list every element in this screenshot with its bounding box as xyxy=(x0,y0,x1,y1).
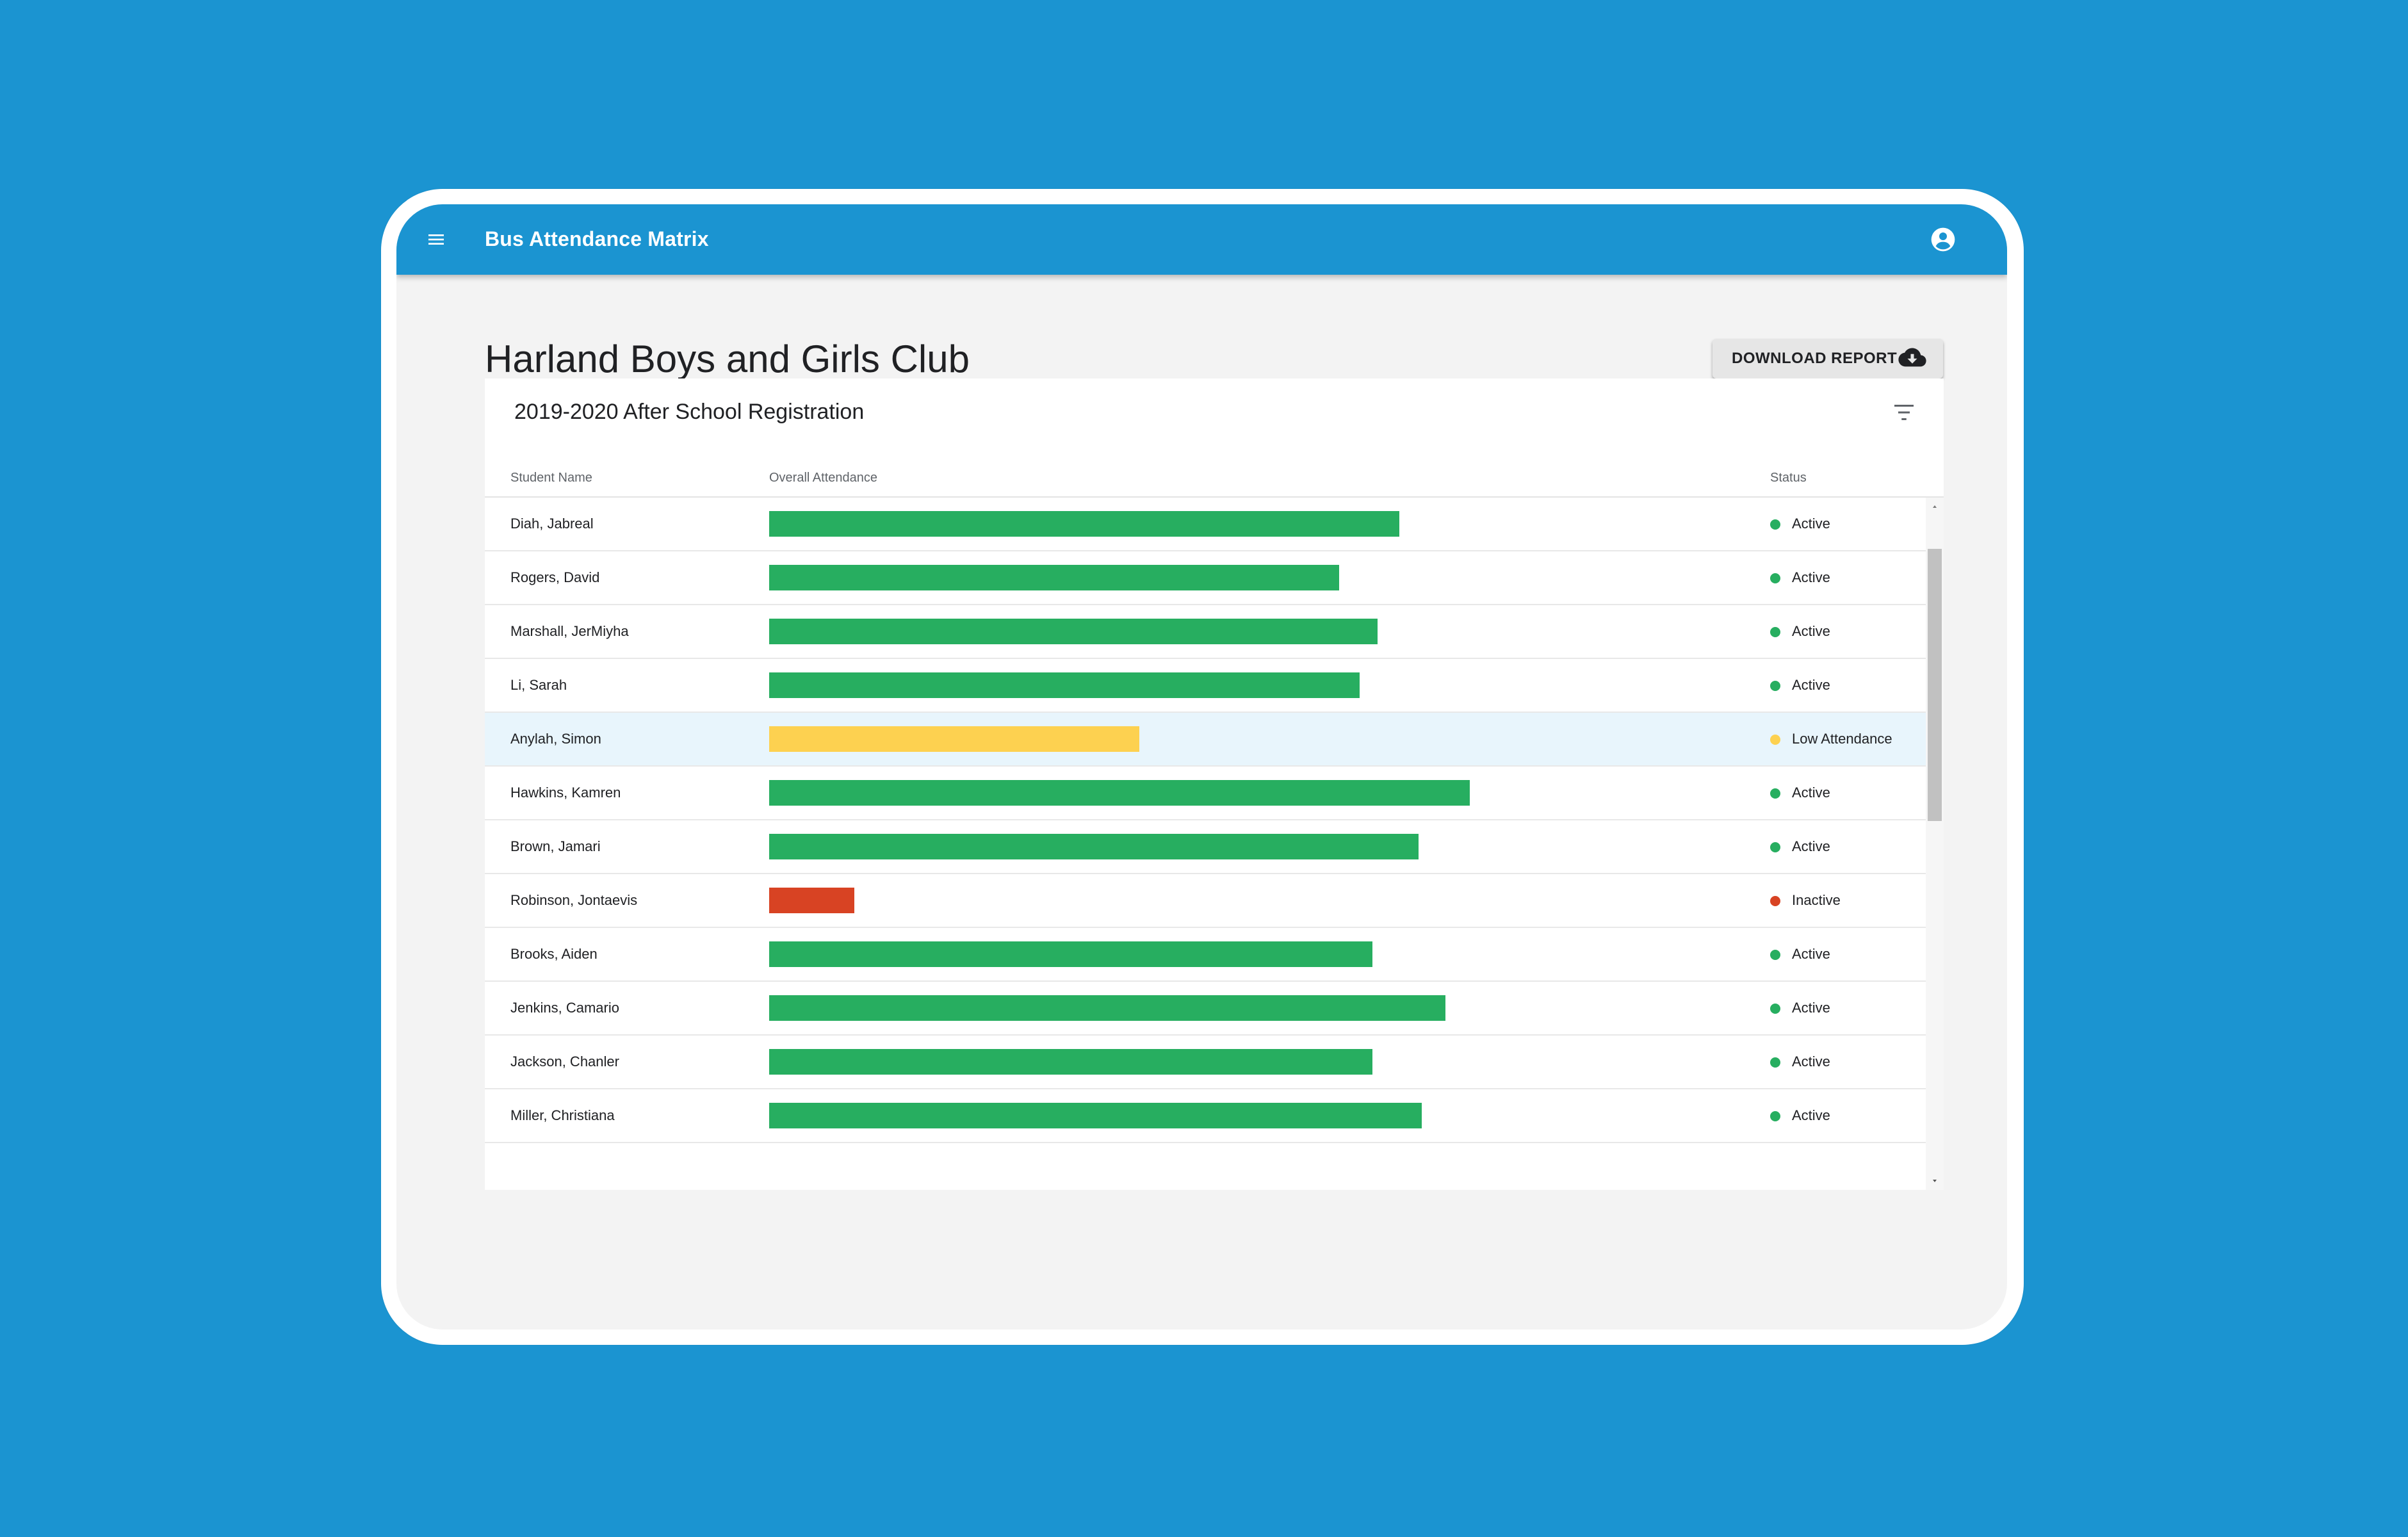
attendance-bar-track xyxy=(769,672,1794,698)
status-label: Active xyxy=(1792,946,1830,962)
student-name: Anylah, Simon xyxy=(510,731,601,747)
attendance-bar xyxy=(769,672,1360,698)
table-row[interactable]: Jenkins, Camario Active xyxy=(485,982,1926,1036)
student-name: Brown, Jamari xyxy=(510,838,601,854)
status-dot-icon xyxy=(1770,627,1780,637)
status-dot-icon xyxy=(1770,681,1780,691)
status-dot-icon xyxy=(1770,519,1780,530)
download-report-label: DOWNLOAD REPORT xyxy=(1732,350,1898,367)
attendance-bar xyxy=(769,619,1378,644)
attendance-bar xyxy=(769,511,1399,537)
cloud-download-icon xyxy=(1898,348,1926,367)
table-row[interactable]: Brown, Jamari Active xyxy=(485,820,1926,874)
status-label: Active xyxy=(1792,1000,1830,1016)
attendance-bar xyxy=(769,1049,1373,1075)
status-dot-icon xyxy=(1770,1004,1780,1014)
attendance-bar-track xyxy=(769,1049,1794,1075)
app-title: Bus Attendance Matrix xyxy=(485,227,709,250)
status-label: Active xyxy=(1792,1053,1830,1069)
attendance-bar xyxy=(769,834,1419,859)
menu-icon[interactable] xyxy=(426,229,446,250)
attendance-bar-track xyxy=(769,888,1794,913)
status-label: Active xyxy=(1792,516,1830,532)
status-label: Active xyxy=(1792,785,1830,801)
attendance-bar xyxy=(769,780,1470,806)
table-row[interactable]: Miller, Christiana Active xyxy=(485,1089,1926,1143)
table-scrollbar[interactable] xyxy=(1926,498,1944,1190)
status-label: Active xyxy=(1792,623,1830,639)
student-name: Jackson, Chanler xyxy=(510,1053,619,1069)
column-header-student-name[interactable]: Student Name xyxy=(510,471,592,485)
attendance-bar xyxy=(769,888,854,913)
attendance-bar-track xyxy=(769,1103,1794,1128)
table-row[interactable]: Anylah, Simon Low Attendance xyxy=(485,713,1926,767)
status-label: Active xyxy=(1792,677,1830,693)
filter-icon[interactable] xyxy=(1892,403,1916,422)
student-name: Diah, Jabreal xyxy=(510,516,594,532)
table-row[interactable]: Robinson, Jontaevis Inactive xyxy=(485,874,1926,928)
attendance-bar xyxy=(769,726,1139,752)
status-dot-icon xyxy=(1770,842,1780,852)
scroll-down-arrow-icon[interactable] xyxy=(1931,1177,1939,1185)
student-name: Brooks, Aiden xyxy=(510,946,598,962)
attendance-bar-track xyxy=(769,565,1794,590)
table-row[interactable]: Rogers, David Active xyxy=(485,551,1926,605)
table-row[interactable]: Diah, Jabreal Active xyxy=(485,498,1926,551)
attendance-bar xyxy=(769,565,1339,590)
table-title: 2019-2020 After School Registration xyxy=(514,400,865,424)
attendance-bar xyxy=(769,941,1373,967)
attendance-bar-track xyxy=(769,834,1794,859)
status-dot-icon xyxy=(1770,573,1780,583)
attendance-bar-track xyxy=(769,511,1794,537)
status-label: Inactive xyxy=(1792,892,1841,908)
account-circle-icon[interactable] xyxy=(1930,227,1956,252)
student-name: Hawkins, Kamren xyxy=(510,785,621,801)
page-title: Harland Boys and Girls Club xyxy=(485,337,970,380)
status-dot-icon xyxy=(1770,1057,1780,1068)
student-name: Jenkins, Camario xyxy=(510,1000,619,1016)
status-dot-icon xyxy=(1770,788,1780,799)
status-label: Active xyxy=(1792,838,1830,854)
student-name: Miller, Christiana xyxy=(510,1107,615,1123)
attendance-bar-track xyxy=(769,780,1794,806)
student-name: Marshall, JerMiyha xyxy=(510,623,629,639)
table-header: Student Name Overall Attendance Status xyxy=(485,462,1944,498)
table-row[interactable]: Li, Sarah Active xyxy=(485,659,1926,713)
column-header-status[interactable]: Status xyxy=(1770,471,1807,485)
tablet-frame: Bus Attendance Matrix Harland Boys and G… xyxy=(381,189,2024,1345)
download-report-button[interactable]: DOWNLOAD REPORT xyxy=(1712,339,1943,378)
table-row[interactable]: Jackson, Chanler Active xyxy=(485,1036,1926,1089)
student-name: Robinson, Jontaevis xyxy=(510,892,638,908)
scrollbar-thumb[interactable] xyxy=(1928,549,1942,821)
attendance-bar xyxy=(769,1103,1422,1128)
attendance-bar-track xyxy=(769,941,1794,967)
status-dot-icon xyxy=(1770,1111,1780,1121)
app-screen: Bus Attendance Matrix Harland Boys and G… xyxy=(396,204,2007,1330)
table-row[interactable]: Brooks, Aiden Active xyxy=(485,928,1926,982)
student-name: Rogers, David xyxy=(510,569,600,585)
table-body: Diah, Jabreal Active Rogers, David Active Ma… xyxy=(485,498,1926,1143)
attendance-bar-track xyxy=(769,995,1794,1021)
scroll-up-arrow-icon[interactable] xyxy=(1931,503,1939,510)
status-label: Low Attendance xyxy=(1792,731,1892,747)
app-bar: Bus Attendance Matrix xyxy=(396,204,2007,275)
table-row[interactable]: Hawkins, Kamren Active xyxy=(485,767,1926,820)
status-dot-icon xyxy=(1770,950,1780,960)
status-label: Active xyxy=(1792,1107,1830,1123)
status-dot-icon xyxy=(1770,735,1780,745)
attendance-bar-track xyxy=(769,726,1794,752)
column-header-overall-attendance[interactable]: Overall Attendance xyxy=(769,471,877,485)
student-name: Li, Sarah xyxy=(510,677,567,693)
table-row[interactable]: Marshall, JerMiyha Active xyxy=(485,605,1926,659)
attendance-bar xyxy=(769,995,1445,1021)
attendance-bar-track xyxy=(769,619,1794,644)
status-dot-icon xyxy=(1770,896,1780,906)
registration-card: 2019-2020 After School Registration Stud… xyxy=(485,378,1944,1190)
status-label: Active xyxy=(1792,569,1830,585)
